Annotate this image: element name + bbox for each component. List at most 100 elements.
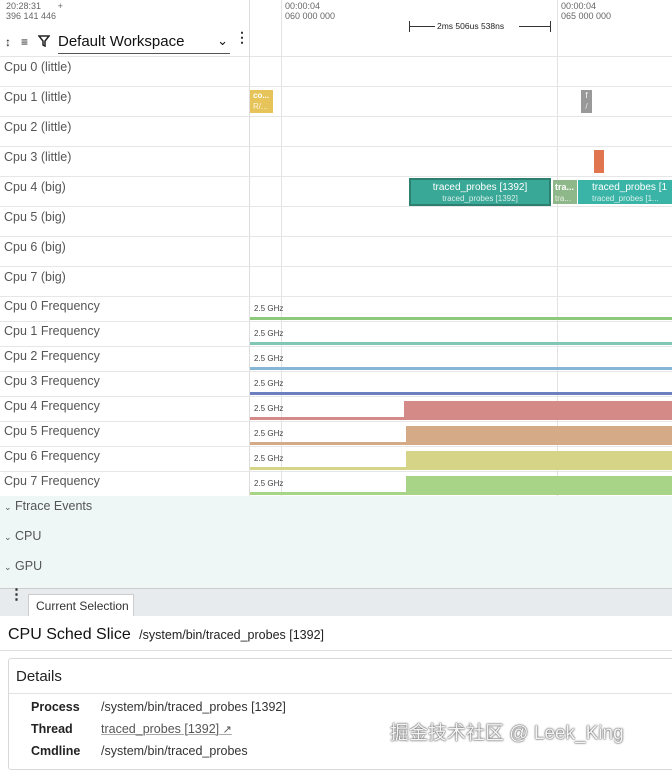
span-left-line xyxy=(409,26,435,27)
track-cpu4-frequency[interactable]: Cpu 4 Frequency 2.5 GHz xyxy=(0,396,672,422)
slice-subtitle: R/... xyxy=(253,102,268,111)
tick2-line2: 065 000 000 xyxy=(561,11,612,21)
track-cpu6[interactable]: Cpu 6 (big) xyxy=(0,236,672,267)
timestamp-label: 20:28:31 + 396 141 446 xyxy=(6,1,63,21)
frequency-baseline xyxy=(250,492,406,495)
track-label: Cpu 4 (big) xyxy=(4,180,66,194)
tick1-line2: 060 000 000 xyxy=(285,11,336,21)
frequency-value-label: 2.5 GHz xyxy=(254,379,284,388)
group-cpu[interactable]: ⌄ CPU xyxy=(0,526,672,557)
slice-title: tra... xyxy=(555,182,575,192)
group-gpu[interactable]: ⌄ GPU xyxy=(0,556,672,589)
timestamp-offset: 396 141 446 xyxy=(6,11,57,21)
track-cpu0-frequency[interactable]: Cpu 0 Frequency 2.5 GHz xyxy=(0,296,672,322)
watermark: 掘金技术社区 @ Leek_King xyxy=(390,723,624,744)
more-vert-icon[interactable]: ⋮ xyxy=(235,30,249,44)
group-label: CPU xyxy=(15,529,42,543)
frequency-baseline xyxy=(250,392,672,395)
track-label: Cpu 2 (little) xyxy=(4,120,72,134)
span-measurement: 2ms 506us 538ns xyxy=(409,21,551,33)
group-ftrace-events[interactable]: ⌄ Ftrace Events xyxy=(0,496,672,527)
frequency-baseline xyxy=(250,342,672,345)
thread-link[interactable]: traced_probes [1392] ↗ xyxy=(101,722,232,736)
slice-subtitle: tra... xyxy=(555,194,572,203)
tick1-line1: 00:00:04 xyxy=(285,1,321,11)
process-key: Process xyxy=(31,700,80,714)
frequency-value-label: 2.5 GHz xyxy=(254,404,284,413)
time-tick-label-1: 00:00:04 060 000 000 xyxy=(285,1,335,21)
timestamp-plus: + xyxy=(57,1,63,11)
track-cpu2-frequency[interactable]: Cpu 2 Frequency 2.5 GHz xyxy=(0,346,672,372)
selection-type: CPU Sched Slice xyxy=(8,626,131,643)
tab-current-selection[interactable]: Current Selection xyxy=(28,594,134,617)
track-cpu3[interactable]: Cpu 3 (little) xyxy=(0,146,672,177)
frequency-value-label: 2.5 GHz xyxy=(254,304,284,313)
tab-label: Current Selection xyxy=(36,599,129,613)
frequency-fill xyxy=(406,451,672,470)
frequency-fill xyxy=(404,401,672,420)
track-cpu6-frequency[interactable]: Cpu 6 Frequency 2.5 GHz xyxy=(0,446,672,472)
frequency-fill xyxy=(406,476,672,495)
track-label: Cpu 7 Frequency xyxy=(4,474,100,488)
track-cpu2[interactable]: Cpu 2 (little) xyxy=(0,116,672,147)
track-cpu0[interactable]: Cpu 0 (little) xyxy=(0,56,672,87)
track-cpu5-frequency[interactable]: Cpu 5 Frequency 2.5 GHz xyxy=(0,421,672,447)
frequency-baseline xyxy=(250,317,672,320)
frequency-baseline xyxy=(250,467,406,470)
cmdline-value: /system/bin/traced_probes xyxy=(101,744,248,758)
track-label: Cpu 2 Frequency xyxy=(4,349,100,363)
frequency-baseline xyxy=(250,367,672,370)
slice-cpu1-a[interactable]: co... R/... xyxy=(250,90,273,113)
slice-cpu4-small[interactable]: tra... tra... xyxy=(553,180,577,204)
timestamp-time: 20:28:31 xyxy=(6,1,42,11)
track-cpu1-frequency[interactable]: Cpu 1 Frequency 2.5 GHz xyxy=(0,321,672,347)
chevron-down-icon: ⌄ xyxy=(4,502,12,512)
selection-title: CPU Sched Slice /system/bin/traced_probe… xyxy=(8,626,324,644)
more-vert-icon[interactable]: ⋮ xyxy=(9,587,24,602)
divider xyxy=(0,650,672,651)
slice-title: co... xyxy=(253,91,270,100)
span-right-line xyxy=(519,26,550,27)
track-cpu5[interactable]: Cpu 5 (big) xyxy=(0,206,672,237)
frequency-fill xyxy=(406,426,672,445)
chevron-down-icon: ⌄ xyxy=(217,33,228,48)
track-label: Cpu 5 Frequency xyxy=(4,424,100,438)
chevron-down-icon: ⌄ xyxy=(4,562,12,572)
slice-cpu3-a[interactable] xyxy=(594,150,604,173)
workspace-select[interactable]: Default Workspace ⌄ xyxy=(58,33,230,54)
track-label: Cpu 3 Frequency xyxy=(4,374,100,388)
frequency-value-label: 2.5 GHz xyxy=(254,454,284,463)
frequency-baseline xyxy=(250,417,404,420)
track-cpu1[interactable]: Cpu 1 (little) xyxy=(0,86,672,117)
slice-cpu4-selected[interactable]: traced_probes [1392] traced_probes [1392… xyxy=(409,178,551,206)
frequency-value-label: 2.5 GHz xyxy=(254,429,284,438)
details-header xyxy=(9,659,672,694)
slice-subtitle: / xyxy=(585,102,588,111)
chevron-down-icon: ⌄ xyxy=(4,532,12,542)
tick2-line1: 00:00:04 xyxy=(561,1,597,11)
slice-cpu1-b[interactable]: f / xyxy=(581,90,592,113)
slice-title: traced_probes [1392] xyxy=(432,182,528,193)
cmdline-key: Cmdline xyxy=(31,744,81,758)
frequency-baseline xyxy=(250,442,406,445)
filter-icon[interactable] xyxy=(37,35,51,50)
track-label: Cpu 1 Frequency xyxy=(4,324,100,338)
process-value: /system/bin/traced_probes [1392] xyxy=(101,700,286,714)
selection-path: /system/bin/traced_probes [1392] xyxy=(139,628,324,642)
span-duration-label: 2ms 506us 538ns xyxy=(437,21,505,31)
track-cpu7[interactable]: Cpu 7 (big) xyxy=(0,266,672,297)
slice-cpu4-right[interactable]: traced_probes [1 traced_probes [1... xyxy=(578,180,672,204)
lines-icon[interactable]: ≡ xyxy=(21,35,28,49)
frequency-value-label: 2.5 GHz xyxy=(254,479,284,488)
slice-title: traced_probes [1 xyxy=(592,182,668,193)
track-cpu7-frequency[interactable]: Cpu 7 Frequency 2.5 GHz xyxy=(0,471,672,497)
track-label: Cpu 0 Frequency xyxy=(4,299,100,313)
open-in-new-icon: ↗ xyxy=(222,724,232,736)
details-section: Details Process /system/bin/traced_probe… xyxy=(8,658,672,770)
collapse-all-icon[interactable]: ↕ xyxy=(5,35,11,49)
track-label: Cpu 5 (big) xyxy=(4,210,66,224)
details-heading: Details xyxy=(16,668,62,685)
track-cpu3-frequency[interactable]: Cpu 3 Frequency 2.5 GHz xyxy=(0,371,672,397)
workspace-name: Default Workspace xyxy=(58,33,185,50)
frequency-value-label: 2.5 GHz xyxy=(254,354,284,363)
